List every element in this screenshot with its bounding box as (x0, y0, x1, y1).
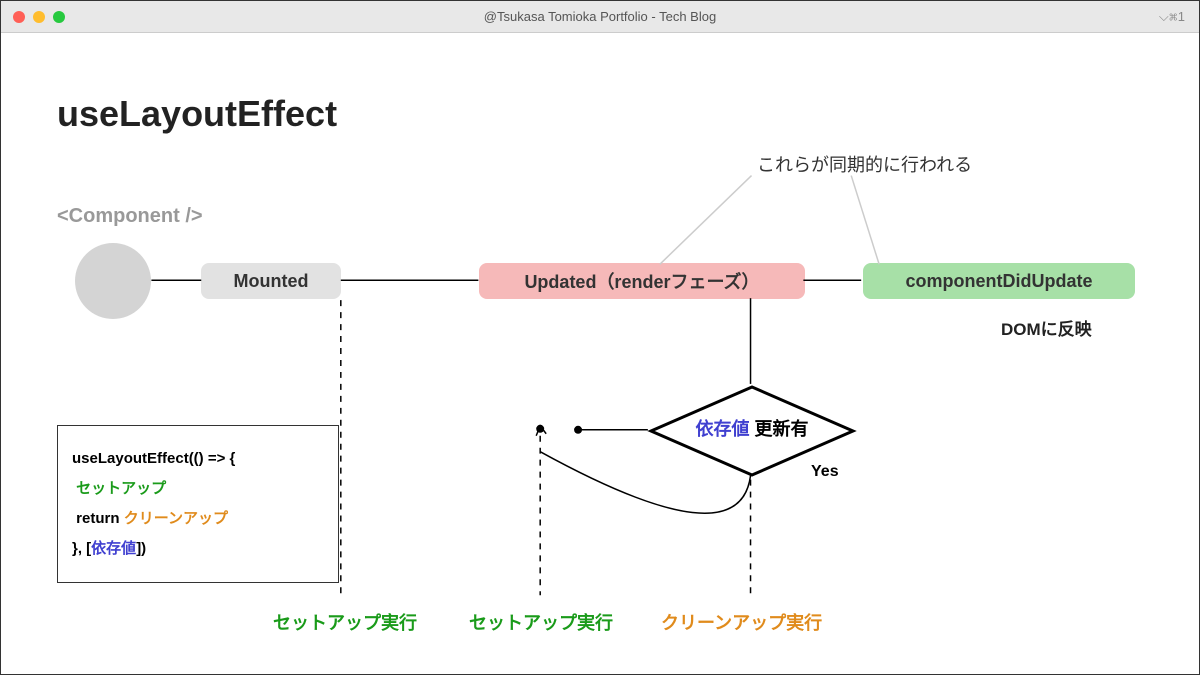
code-line-1: useLayoutEffect(() => { (72, 444, 324, 474)
code-snippet-box: useLayoutEffect(() => { セットアップ return クリ… (57, 425, 339, 583)
dom-reflect-label: DOMに反映 (1001, 315, 1092, 340)
close-icon[interactable] (13, 11, 25, 23)
start-node (75, 243, 151, 319)
code-dep: 依存値 (91, 540, 136, 557)
window-shortcut: ⌵⌘1 (1159, 9, 1185, 25)
component-did-update-label: componentDidUpdate (906, 271, 1093, 292)
updated-label: Updated（renderフェーズ） (524, 268, 759, 294)
footer-setup-2: セットアップ実行 (469, 609, 613, 635)
footer-cleanup: クリーンアップ実行 (661, 609, 822, 635)
traffic-lights (1, 11, 65, 23)
yes-label: Yes (811, 463, 839, 481)
minimize-icon[interactable] (33, 11, 45, 23)
code-line-4: }, [依存値]) (72, 534, 324, 564)
component-did-update-box: componentDidUpdate (863, 263, 1135, 299)
mounted-label: Mounted (234, 271, 309, 292)
code-close-a: }, [ (72, 540, 91, 557)
code-return: return (76, 510, 124, 527)
code-setup: セットアップ (76, 480, 166, 497)
page-title: useLayoutEffect (57, 93, 337, 135)
code-cleanup: クリーンアップ (124, 510, 228, 527)
sync-annotation: これらが同期的に行われる (757, 151, 972, 177)
window-frame: @Tsukasa Tomioka Portfolio - Tech Blog ⌵… (0, 0, 1200, 675)
diagram-canvas: useLayoutEffect これらが同期的に行われる <Component … (1, 33, 1199, 674)
code-line-2: セットアップ (72, 474, 324, 504)
window-title: @Tsukasa Tomioka Portfolio - Tech Blog (484, 9, 716, 24)
code-line-3: return クリーンアップ (72, 504, 324, 534)
updated-box: Updated（renderフェーズ） (479, 263, 805, 299)
diamond-update: 更新有 (749, 419, 808, 439)
mounted-box: Mounted (201, 263, 341, 299)
zoom-icon[interactable] (53, 11, 65, 23)
diamond-text: 依存値 更新有 (647, 415, 857, 441)
code-close-b: ]) (136, 540, 146, 557)
window-titlebar: @Tsukasa Tomioka Portfolio - Tech Blog ⌵… (1, 1, 1199, 33)
diamond-dep: 依存値 (695, 419, 749, 439)
component-tag-label: <Component /> (57, 205, 203, 228)
footer-setup-1: セットアップ実行 (273, 609, 417, 635)
